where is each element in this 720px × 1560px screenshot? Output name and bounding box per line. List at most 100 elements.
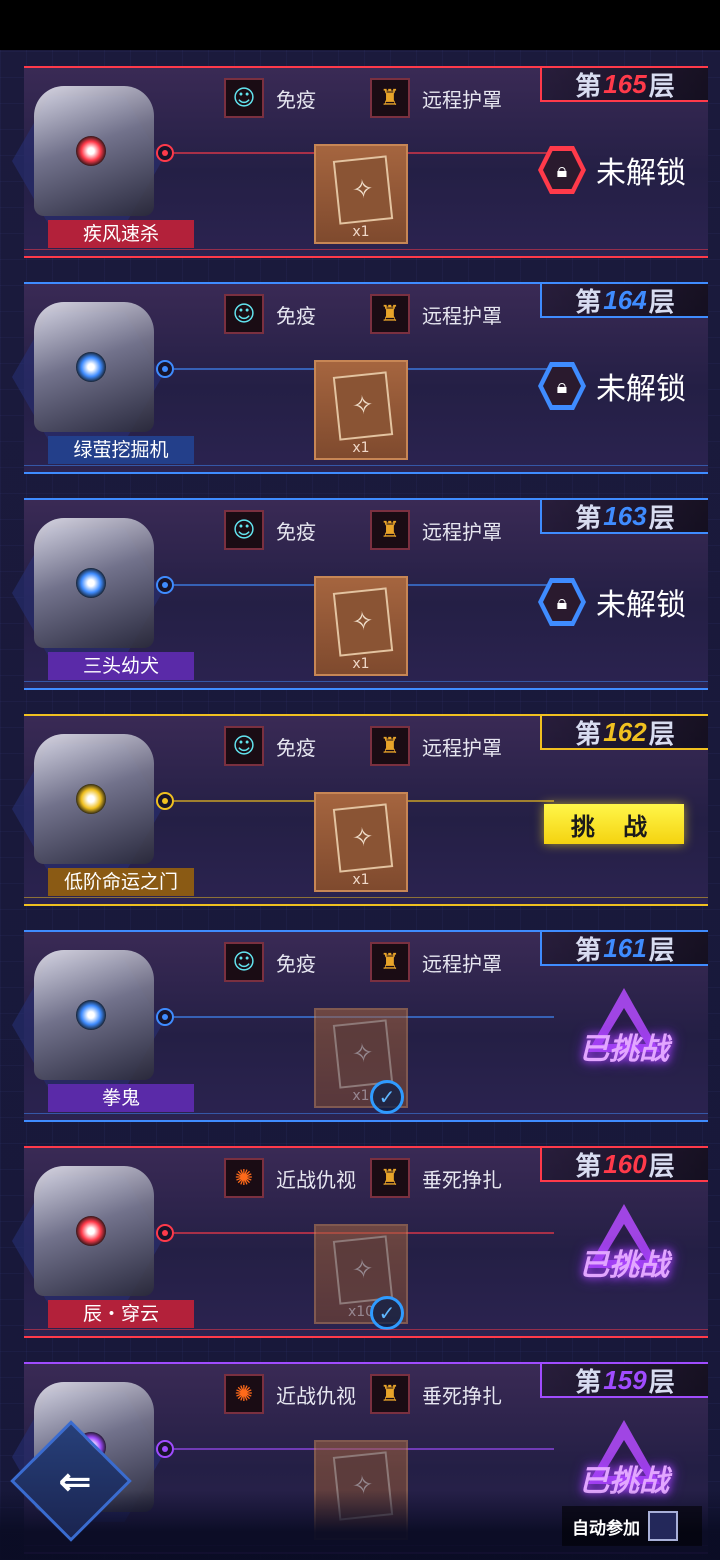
floor-card[interactable]: 第 160 层 辰・穿云 ✺ 近战仇视 ♜ 垂死挣扎 ✧ x10 ✓ 已挑战 (12, 1146, 708, 1338)
immune-icon: ☺ (224, 726, 264, 766)
boss-name: 辰・穿云 (48, 1300, 194, 1328)
boss-eye (76, 1216, 106, 1246)
boss-eye (76, 1000, 106, 1030)
floor-suffix: 层 (648, 934, 675, 965)
boss-name: 三头幼犬 (48, 652, 194, 680)
reward-item[interactable]: ✧ x1 (314, 360, 408, 460)
auto-join-label: 自动参加 (572, 1518, 640, 1539)
skill-2-label: 远程护罩 (422, 951, 502, 976)
claimed-check-icon: ✓ (370, 1296, 404, 1330)
challenged-label: 已挑战 (579, 1032, 669, 1067)
floor-card[interactable]: 第 162 层 低阶命运之门 ☺ 免疫 ♜ 远程护罩 ✧ x1 挑 战 (12, 714, 708, 906)
skill-2-label: 远程护罩 (422, 87, 502, 112)
floor-num: 165 (603, 68, 647, 99)
floor-suffix: 层 (648, 286, 675, 317)
immune-icon: ☺ (224, 78, 264, 118)
claimed-check-icon: ✓ (370, 1080, 404, 1114)
floor-num: 164 (603, 284, 647, 315)
shield-icon: ♜ (370, 1158, 410, 1198)
skill-1[interactable]: ✺ 近战仇视 (224, 1374, 356, 1414)
skill-2[interactable]: ♜ 垂死挣扎 (370, 1374, 502, 1414)
back-button[interactable]: ⇐ (10, 1420, 132, 1542)
shield-icon: ♜ (370, 726, 410, 766)
locked-label: 未解锁 (596, 156, 686, 191)
floor-card[interactable]: 第 163 层 三头幼犬 ☺ 免疫 ♜ 远程护罩 ✧ x1 🔒︎ 未解锁 (12, 498, 708, 690)
back-arrow-icon: ⇐ (58, 1459, 92, 1505)
floor-number: 第 165 层 (540, 68, 708, 102)
floor-suffix: 层 (648, 1150, 675, 1181)
connector-dot (156, 1224, 174, 1242)
skill-1[interactable]: ☺ 免疫 (224, 942, 316, 982)
reward-item[interactable]: ✧ x1 (314, 792, 408, 892)
reward-item[interactable]: ✧ x1 (314, 576, 408, 676)
connector-dot (156, 360, 174, 378)
connector-dot (156, 792, 174, 810)
skill-2[interactable]: ♜ 远程护罩 (370, 510, 502, 550)
reward-quantity: x1 (352, 872, 370, 888)
immune-icon: ☺ (224, 942, 264, 982)
scroll-icon: ✧ (332, 371, 394, 441)
skill-2[interactable]: ♜ 垂死挣扎 (370, 1158, 502, 1198)
reward-quantity: x1 (352, 440, 370, 456)
skill-1[interactable]: ☺ 免疫 (224, 510, 316, 550)
floor-card[interactable]: 第 165 层 疾风速杀 ☺ 免疫 ♜ 远程护罩 ✧ x1 🔒︎ 未解锁 (12, 66, 708, 258)
skill-1[interactable]: ☺ 免疫 (224, 78, 316, 118)
shield-icon: ♜ (370, 1374, 410, 1414)
challenged-badge: 已挑战 (564, 1204, 684, 1304)
floor-num: 162 (603, 716, 647, 747)
floor-card[interactable]: 第 164 层 绿萤挖掘机 ☺ 免疫 ♜ 远程护罩 ✧ x1 🔒︎ 未解锁 (12, 282, 708, 474)
skill-2[interactable]: ♜ 远程护罩 (370, 78, 502, 118)
skill-1-label: 免疫 (276, 519, 316, 544)
immune-icon: ☺ (224, 510, 264, 550)
skill-2[interactable]: ♜ 远程护罩 (370, 942, 502, 982)
reward-quantity: x1 (352, 656, 370, 672)
lock-icon: 🔒︎ (538, 578, 586, 626)
shield-icon: ♜ (370, 294, 410, 334)
skill-1-label: 近战仇视 (276, 1383, 356, 1408)
connector-dot (156, 144, 174, 162)
connector-dot (156, 576, 174, 594)
auto-join-checkbox[interactable] (648, 1511, 678, 1541)
skill-1[interactable]: ☺ 免疫 (224, 294, 316, 334)
skill-1-label: 近战仇视 (276, 1167, 356, 1192)
reward-item[interactable]: ✧ x1 (314, 144, 408, 244)
skill-2-label: 远程护罩 (422, 735, 502, 760)
floor-num: 161 (603, 932, 647, 963)
reward-quantity: x1 (352, 224, 370, 240)
skill-1-label: 免疫 (276, 303, 316, 328)
boss-eye (76, 784, 106, 814)
floor-number: 第 164 层 (540, 284, 708, 318)
locked-status: 🔒︎ 未解锁 (538, 578, 686, 626)
skill-2[interactable]: ♜ 远程护罩 (370, 294, 502, 334)
skill-1[interactable]: ☺ 免疫 (224, 726, 316, 766)
lock-icon: 🔒︎ (538, 362, 586, 410)
skill-2-label: 远程护罩 (422, 519, 502, 544)
challenge-button[interactable]: 挑 战 (544, 804, 684, 844)
challenged-badge: 已挑战 (564, 988, 684, 1088)
floor-num: 159 (603, 1364, 647, 1395)
skill-2[interactable]: ♜ 远程护罩 (370, 726, 502, 766)
floor-number: 第 162 层 (540, 716, 708, 750)
shield-icon: ♜ (370, 510, 410, 550)
auto-join-toggle[interactable]: 自动参加 (562, 1506, 702, 1546)
floor-prefix: 第 (575, 502, 602, 533)
floor-number: 第 163 层 (540, 500, 708, 534)
boss-name: 低阶命运之门 (48, 868, 194, 896)
scroll-icon: ✧ (332, 803, 394, 873)
immune-icon: ☺ (224, 294, 264, 334)
floor-card[interactable]: 第 161 层 拳鬼 ☺ 免疫 ♜ 远程护罩 ✧ x1 ✓ 已挑战 (12, 930, 708, 1122)
boss-name: 拳鬼 (48, 1084, 194, 1112)
boss-name: 疾风速杀 (48, 220, 194, 248)
floor-number: 第 161 层 (540, 932, 708, 966)
scroll-icon: ✧ (332, 1235, 394, 1305)
lock-icon: 🔒︎ (538, 146, 586, 194)
skill-2-label: 远程护罩 (422, 303, 502, 328)
skill-2-label: 垂死挣扎 (422, 1383, 502, 1408)
locked-status: 🔒︎ 未解锁 (538, 146, 686, 194)
skill-2-label: 垂死挣扎 (422, 1167, 502, 1192)
skill-1[interactable]: ✺ 近战仇视 (224, 1158, 356, 1198)
boss-eye (76, 136, 106, 166)
scroll-icon: ✧ (332, 155, 394, 225)
melee-icon: ✺ (224, 1158, 264, 1198)
floor-prefix: 第 (575, 1150, 602, 1181)
